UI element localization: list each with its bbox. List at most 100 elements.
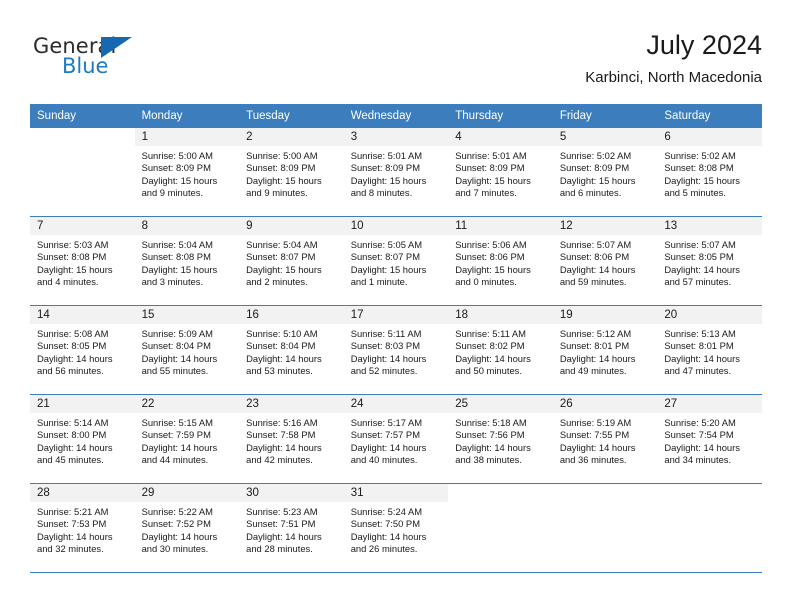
daylight-duration-line2: and 52 minutes. — [350, 365, 418, 377]
day-details: Sunrise: 5:14 AM Sunset: 8:00 PM Daylight:… — [30, 413, 135, 467]
calendar-day-cell[interactable]: 24 Sunrise: 5:17 AM Sunset: 7:57 PM Dayligh… — [343, 394, 449, 484]
day-cell-inner: 10 Sunrise: 5:05 AM Sunset: 8:07 PM Dayligh… — [343, 217, 449, 305]
sunset-time: Sunset: 8:02 PM — [455, 340, 525, 352]
calendar-day-cell[interactable]: 6 Sunrise: 5:02 AM Sunset: 8:08 PM Daylight… — [657, 128, 762, 217]
day-details: Sunrise: 5:07 AM Sunset: 8:06 PM Daylight:… — [553, 235, 658, 289]
daylight-duration-line1: Daylight: 14 hours — [559, 263, 636, 275]
calendar-day-cell[interactable]: 25 Sunrise: 5:18 AM Sunset: 7:56 PM Dayligh… — [448, 394, 553, 484]
sunset-time: Sunset: 8:09 PM — [559, 162, 630, 174]
day-number — [657, 484, 762, 502]
day-number: 10 — [343, 217, 449, 235]
day-cell-inner: 6 Sunrise: 5:02 AM Sunset: 8:08 PM Daylight… — [657, 128, 762, 216]
sunset-time: Sunset: 7:55 PM — [559, 429, 630, 441]
calendar-day-cell[interactable]: 1 Sunrise: 5:00 AM Sunset: 8:09 PM Daylight… — [134, 128, 240, 217]
daylight-duration-line2: and 53 minutes. — [246, 365, 313, 377]
calendar-day-cell[interactable]: 3 Sunrise: 5:01 AM Sunset: 8:09 PM Daylight… — [343, 128, 449, 217]
calendar-day-cell[interactable]: 10 Sunrise: 5:05 AM Sunset: 8:07 PM Dayligh… — [343, 216, 449, 306]
calendar-day-cell[interactable]: 9 Sunrise: 5:04 AM Sunset: 8:07 PM Daylight… — [239, 216, 344, 306]
calendar-day-cell[interactable]: 18 Sunrise: 5:11 AM Sunset: 8:02 PM Dayligh… — [448, 305, 553, 395]
calendar-day-cell[interactable]: 15 Sunrise: 5:09 AM Sunset: 8:04 PM Dayligh… — [134, 305, 240, 395]
day-cell-inner: 16 Sunrise: 5:10 AM Sunset: 8:04 PM Dayligh… — [239, 306, 344, 394]
sunset-time: Sunset: 7:51 PM — [246, 518, 316, 530]
day-cell-inner: 26 Sunrise: 5:19 AM Sunset: 7:55 PM Dayligh… — [552, 395, 658, 483]
daylight-duration-line1: Daylight: 15 hours — [455, 174, 531, 186]
sunset-time: Sunset: 8:08 PM — [37, 251, 107, 263]
calendar-day-cell[interactable]: 16 Sunrise: 5:10 AM Sunset: 8:04 PM Dayligh… — [239, 305, 344, 395]
daylight-duration-line1: Daylight: 15 hours — [37, 263, 113, 275]
calendar-day-cell[interactable]: 21 Sunrise: 5:14 AM Sunset: 8:00 PM Dayligh… — [30, 394, 135, 484]
sunset-time: Sunset: 8:06 PM — [559, 251, 630, 263]
calendar-day-cell[interactable]: 8 Sunrise: 5:04 AM Sunset: 8:08 PM Daylight… — [134, 216, 240, 306]
calendar-day-cell[interactable]: 12 Sunrise: 5:07 AM Sunset: 8:06 PM Dayligh… — [552, 216, 658, 306]
weekday-header-sunday: Sunday — [30, 104, 135, 128]
calendar-day-cell[interactable]: 29 Sunrise: 5:22 AM Sunset: 7:52 PM Dayligh… — [134, 483, 240, 573]
calendar-day-cell[interactable]: 11 Sunrise: 5:06 AM Sunset: 8:06 PM Dayligh… — [448, 216, 553, 306]
day-cell-inner: 18 Sunrise: 5:11 AM Sunset: 8:02 PM Dayligh… — [448, 306, 553, 394]
sunset-time: Sunset: 7:53 PM — [37, 518, 107, 530]
day-cell-inner: 23 Sunrise: 5:16 AM Sunset: 7:58 PM Dayligh… — [239, 395, 344, 483]
daylight-duration-line1: Daylight: 14 hours — [37, 441, 113, 453]
calendar-day-cell[interactable]: 5 Sunrise: 5:02 AM Sunset: 8:09 PM Daylight… — [552, 128, 658, 217]
sunrise-time: Sunrise: 5:05 AM — [350, 239, 423, 250]
daylight-duration-line1: Daylight: 15 hours — [350, 174, 427, 186]
calendar-day-cell[interactable]: 22 Sunrise: 5:15 AM Sunset: 7:59 PM Dayligh… — [134, 394, 240, 484]
daylight-duration-line1: Daylight: 15 hours — [246, 263, 322, 275]
calendar-day-cell[interactable]: 13 Sunrise: 5:07 AM Sunset: 8:05 PM Dayligh… — [657, 216, 762, 306]
day-details: Sunrise: 5:00 AM Sunset: 8:09 PM Daylight:… — [239, 146, 344, 200]
day-details: Sunrise: 5:24 AM Sunset: 7:50 PM Daylight:… — [344, 502, 449, 556]
sunset-time: Sunset: 8:04 PM — [246, 340, 316, 352]
calendar-day-cell[interactable]: 31 Sunrise: 5:24 AM Sunset: 7:50 PM Dayligh… — [343, 483, 449, 573]
day-number: 17 — [343, 306, 449, 324]
daylight-duration-line1: Daylight: 15 hours — [141, 174, 218, 186]
calendar-day-cell[interactable]: 19 Sunrise: 5:12 AM Sunset: 8:01 PM Dayligh… — [552, 305, 658, 395]
sunset-time: Sunset: 8:09 PM — [455, 162, 525, 174]
calendar-day-cell[interactable]: 30 Sunrise: 5:23 AM Sunset: 7:51 PM Dayligh… — [239, 483, 344, 573]
sunset-time: Sunset: 8:07 PM — [246, 251, 316, 263]
daylight-duration-line2: and 30 minutes. — [141, 543, 209, 555]
day-details: Sunrise: 5:07 AM Sunset: 8:05 PM Daylight:… — [657, 235, 762, 289]
day-details: Sunrise: 5:15 AM Sunset: 7:59 PM Daylight:… — [135, 413, 240, 467]
calendar-day-cell[interactable]: 20 Sunrise: 5:13 AM Sunset: 8:01 PM Dayligh… — [657, 305, 762, 395]
calendar-day-cell[interactable]: 14 Sunrise: 5:08 AM Sunset: 8:05 PM Dayligh… — [30, 305, 135, 395]
calendar-day-cell[interactable]: 7 Sunrise: 5:03 AM Sunset: 8:08 PM Daylight… — [30, 216, 135, 306]
day-cell-inner: 29 Sunrise: 5:22 AM Sunset: 7:52 PM Dayligh… — [134, 484, 240, 572]
daylight-duration-line2: and 8 minutes. — [350, 187, 413, 199]
day-details: Sunrise: 5:01 AM Sunset: 8:09 PM Daylight:… — [448, 146, 553, 200]
daylight-duration-line1: Daylight: 15 hours — [141, 263, 218, 275]
daylight-duration-line1: Daylight: 15 hours — [664, 174, 740, 186]
calendar-header-row: Sunday Monday Tuesday Wednesday Thursday… — [30, 104, 762, 128]
calendar-week-row: 21 Sunrise: 5:14 AM Sunset: 8:00 PM Dayligh… — [30, 394, 762, 484]
day-details: Sunrise: 5:05 AM Sunset: 8:07 PM Daylight:… — [344, 235, 449, 289]
sunrise-time: Sunrise: 5:24 AM — [350, 506, 423, 517]
calendar-day-cell[interactable]: 4 Sunrise: 5:01 AM Sunset: 8:09 PM Daylight… — [448, 128, 553, 217]
daylight-duration-line2: and 26 minutes. — [350, 543, 418, 555]
sunset-time: Sunset: 8:03 PM — [350, 340, 420, 352]
daylight-duration-line2: and 9 minutes. — [246, 187, 308, 199]
calendar-day-cell[interactable]: 28 Sunrise: 5:21 AM Sunset: 7:53 PM Dayligh… — [30, 483, 135, 573]
sunrise-sunset-calendar-table: Sunday Monday Tuesday Wednesday Thursday… — [30, 104, 762, 573]
sunset-time: Sunset: 7:50 PM — [350, 518, 420, 530]
weekday-header-wednesday: Wednesday — [343, 104, 449, 128]
day-cell-inner: 31 Sunrise: 5:24 AM Sunset: 7:50 PM Dayligh… — [343, 484, 449, 572]
general-blue-logo[interactable]: General Blue — [33, 34, 153, 84]
day-details: Sunrise: 5:18 AM Sunset: 7:56 PM Daylight:… — [448, 413, 553, 467]
sunset-time: Sunset: 7:52 PM — [141, 518, 211, 530]
sunset-time: Sunset: 7:56 PM — [455, 429, 525, 441]
calendar-day-cell[interactable]: 17 Sunrise: 5:11 AM Sunset: 8:03 PM Dayligh… — [343, 305, 449, 395]
day-cell-inner: 7 Sunrise: 5:03 AM Sunset: 8:08 PM Daylight… — [30, 217, 135, 305]
sunrise-time: Sunrise: 5:07 AM — [664, 239, 736, 250]
sunrise-time: Sunrise: 5:02 AM — [559, 150, 632, 161]
calendar-day-cell[interactable]: 23 Sunrise: 5:16 AM Sunset: 7:58 PM Dayligh… — [239, 394, 344, 484]
calendar-day-cell[interactable]: 27 Sunrise: 5:20 AM Sunset: 7:54 PM Dayligh… — [657, 394, 762, 484]
day-details: Sunrise: 5:02 AM Sunset: 8:08 PM Daylight:… — [657, 146, 762, 200]
day-cell-inner: 17 Sunrise: 5:11 AM Sunset: 8:03 PM Dayligh… — [343, 306, 449, 394]
sunset-time: Sunset: 8:04 PM — [141, 340, 211, 352]
day-number: 7 — [30, 217, 135, 235]
calendar-day-cell[interactable]: 26 Sunrise: 5:19 AM Sunset: 7:55 PM Dayligh… — [552, 394, 658, 484]
sunset-time: Sunset: 8:06 PM — [455, 251, 525, 263]
calendar-day-cell[interactable]: 2 Sunrise: 5:00 AM Sunset: 8:09 PM Daylight… — [239, 128, 344, 217]
sunrise-time: Sunrise: 5:23 AM — [246, 506, 318, 517]
daylight-duration-line1: Daylight: 14 hours — [559, 352, 636, 364]
calendar-day-cell — [448, 483, 553, 573]
day-number: 21 — [30, 395, 135, 413]
